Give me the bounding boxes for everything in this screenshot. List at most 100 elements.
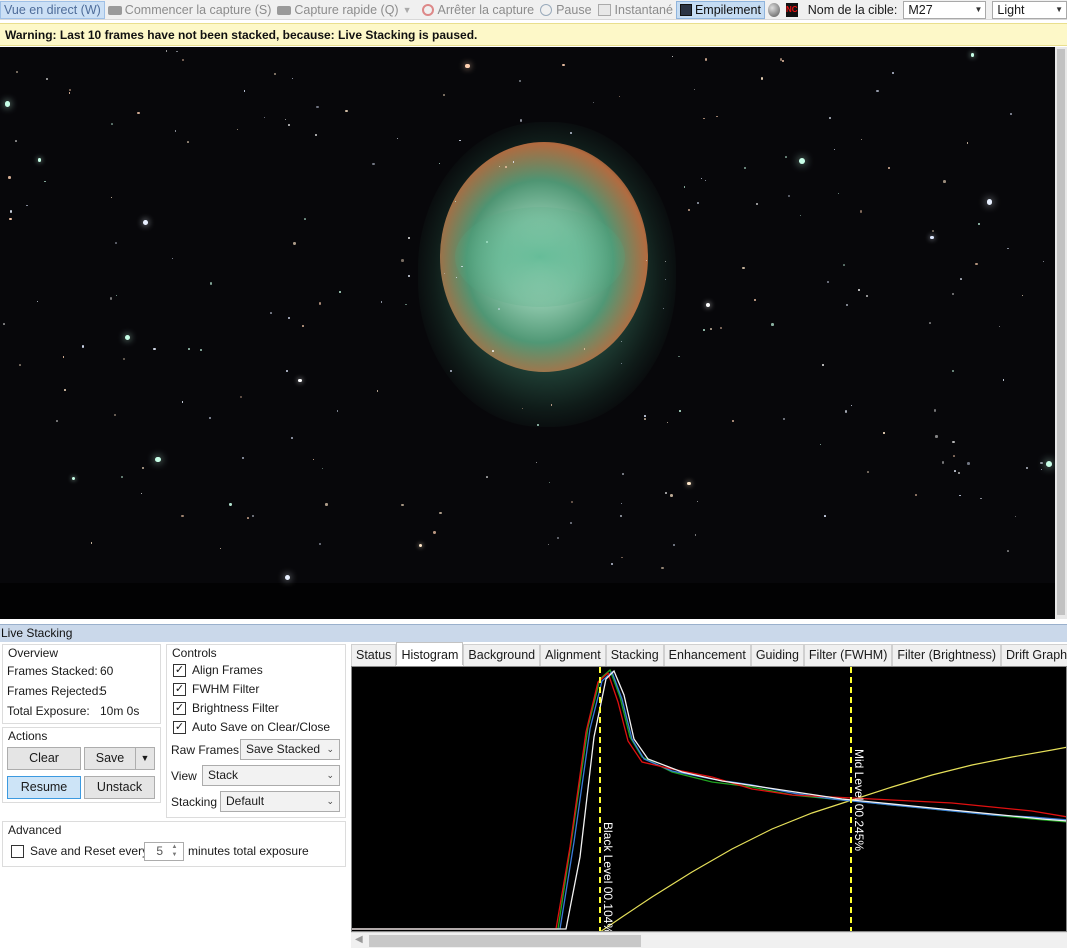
- star: [404, 303, 407, 306]
- star: [1010, 112, 1013, 116]
- save-dropdown-button[interactable]: ▼: [135, 747, 155, 770]
- star: [1002, 378, 1005, 381]
- tab-drift-graph[interactable]: Drift Graph: [1001, 644, 1067, 666]
- chevron-down-icon[interactable]: ▼: [403, 5, 412, 15]
- tab-status[interactable]: Status: [351, 644, 397, 666]
- star: [943, 180, 946, 183]
- pause-label: Pause: [556, 2, 592, 17]
- scrollbar-thumb[interactable]: [1057, 49, 1065, 615]
- star: [37, 158, 42, 162]
- stacking-button[interactable]: Empilement: [675, 0, 765, 19]
- quick-capture-label: Capture rapide (Q): [294, 2, 399, 17]
- star: [761, 77, 764, 80]
- fwhm-filter-checkbox[interactable]: ✓: [173, 682, 186, 696]
- chevron-down-icon: ▼: [974, 4, 983, 14]
- star: [109, 297, 113, 300]
- histogram-green: [352, 668, 1066, 930]
- stacking-mode-select[interactable]: Default ⌄: [220, 791, 340, 812]
- star: [888, 167, 891, 170]
- image-viewer[interactable]: [0, 47, 1067, 619]
- star: [199, 348, 203, 351]
- tab-filter-fwhm[interactable]: Filter (FWHM): [803, 644, 893, 666]
- histogram-luminance: [352, 669, 1066, 930]
- frame-type-combo[interactable]: Light ▼: [992, 0, 1067, 19]
- quick-capture-button[interactable]: Capture rapide (Q) ▼: [274, 1, 418, 19]
- star: [986, 199, 993, 206]
- start-capture-button[interactable]: Commencer la capture (S): [105, 1, 275, 19]
- view-select[interactable]: Stack ⌄: [202, 765, 340, 786]
- frames-rejected-label: Frames Rejected:: [7, 684, 102, 698]
- stacking-label: Empilement: [694, 2, 761, 17]
- star: [593, 101, 595, 103]
- star: [1040, 462, 1043, 465]
- star: [799, 157, 805, 164]
- star: [56, 420, 58, 423]
- auto-save-checkbox-row[interactable]: ✓ Auto Save on Clear/Close: [173, 720, 330, 734]
- minutes-stepper[interactable]: 5 ▲ ▼: [144, 842, 184, 861]
- star: [671, 55, 674, 58]
- star: [321, 467, 324, 470]
- star: [182, 59, 185, 62]
- star: [512, 161, 514, 163]
- overview-group: Overview Frames Stacked: 60 Frames Rejec…: [2, 644, 161, 724]
- image-vertical-scrollbar[interactable]: [1055, 47, 1067, 619]
- stacked-image[interactable]: [0, 47, 1055, 619]
- star: [704, 179, 707, 182]
- tab-stacking[interactable]: Stacking: [605, 644, 664, 666]
- warning-bar: Warning: Last 10 frames have not been st…: [0, 23, 1067, 46]
- target-name-combo[interactable]: M27 ▼: [903, 0, 987, 19]
- unstack-button[interactable]: Unstack: [84, 776, 155, 799]
- star: [188, 347, 191, 350]
- star: [143, 220, 148, 226]
- raw-frames-label: Raw Frames: [171, 743, 240, 757]
- stop-capture-button[interactable]: Arrêter la capture: [419, 1, 538, 19]
- star: [684, 186, 686, 188]
- brightness-filter-checkbox[interactable]: ✓: [173, 701, 186, 715]
- star: [486, 240, 489, 243]
- tab-alignment[interactable]: Alignment: [540, 644, 606, 666]
- star: [644, 415, 646, 417]
- raw-frames-select[interactable]: Save Stacked ⌄: [240, 739, 340, 760]
- auto-save-checkbox[interactable]: ✓: [173, 720, 186, 734]
- star: [967, 462, 970, 465]
- align-frames-checkbox[interactable]: ✓: [173, 663, 186, 677]
- tab-background[interactable]: Background: [463, 644, 541, 666]
- star: [291, 77, 293, 79]
- histogram-plot[interactable]: Black Level 00.104% Mid Level 00.245%: [351, 666, 1067, 932]
- fwhm-filter-checkbox-row[interactable]: ✓ FWHM Filter: [173, 682, 259, 696]
- save-reset-checkbox-row[interactable]: Save and Reset every: [11, 844, 148, 858]
- stepper-up-icon[interactable]: ▲: [167, 843, 182, 851]
- pause-button[interactable]: Pause: [537, 1, 594, 19]
- stepper-down-icon[interactable]: ▼: [167, 851, 182, 859]
- tab-filter-brightness[interactable]: Filter (Brightness): [892, 644, 1001, 666]
- star: [25, 204, 28, 207]
- align-frames-checkbox-row[interactable]: ✓ Align Frames: [173, 663, 263, 677]
- save-reset-checkbox[interactable]: [11, 844, 24, 858]
- tab-enhancement[interactable]: Enhancement: [663, 644, 751, 666]
- tab-guiding[interactable]: Guiding: [750, 644, 804, 666]
- star: [124, 334, 130, 340]
- tab-histogram[interactable]: Histogram: [396, 642, 464, 665]
- histogram-blue: [352, 670, 1066, 930]
- star: [284, 574, 291, 580]
- resume-button[interactable]: Resume: [7, 776, 81, 799]
- brightness-filter-checkbox-row[interactable]: ✓ Brightness Filter: [173, 701, 279, 715]
- scroll-left-icon[interactable]: ◀: [355, 934, 363, 945]
- histogram-horizontal-scrollbar[interactable]: ◀: [351, 932, 1067, 948]
- star: [137, 111, 140, 114]
- nc-icon[interactable]: NC: [785, 2, 798, 17]
- live-view-label: Vue en direct (W): [4, 2, 101, 17]
- star: [859, 210, 863, 213]
- clear-button[interactable]: Clear: [7, 747, 81, 770]
- star: [666, 421, 669, 423]
- save-button[interactable]: Save: [84, 747, 136, 770]
- snapshot-button[interactable]: Instantané: [595, 1, 676, 19]
- star: [837, 193, 840, 195]
- advanced-title: Advanced: [8, 823, 62, 837]
- star: [401, 259, 404, 262]
- star: [1045, 460, 1052, 467]
- scrollbar-thumb[interactable]: [369, 935, 641, 947]
- sphere-icon[interactable]: [767, 2, 780, 17]
- star: [827, 280, 830, 284]
- live-view-button[interactable]: Vue en direct (W): [0, 0, 105, 19]
